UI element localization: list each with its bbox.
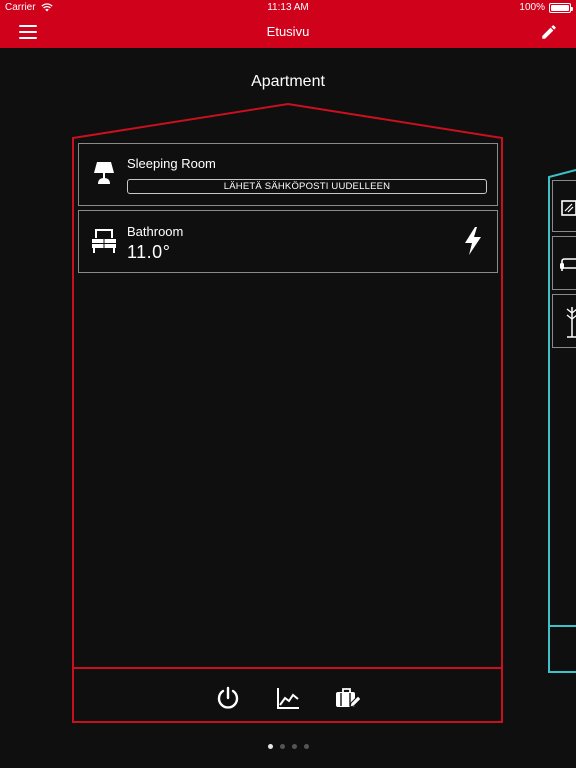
side-card-2[interactable] [552, 236, 576, 290]
sofa-icon [560, 258, 576, 271]
lamp-icon [94, 162, 114, 184]
room-card-sleeping-room[interactable]: Sleeping Room LÄHETÄ SÄHKÖPOSTI UUDELLEE… [78, 143, 498, 206]
chart-icon[interactable] [275, 685, 301, 711]
side-card-3[interactable] [552, 294, 576, 348]
page-dot[interactable] [267, 744, 273, 749]
resend-email-button[interactable]: LÄHETÄ SÄHKÖPOSTI UUDELLEEN [127, 179, 487, 194]
dresser-icon [92, 229, 116, 253]
room-name: Sleeping Room [127, 156, 216, 171]
page-dot[interactable] [291, 744, 297, 749]
page-dot[interactable] [303, 744, 309, 749]
page-dot[interactable] [279, 744, 285, 749]
coat-rack-icon [566, 307, 576, 338]
suitcase-edit-icon[interactable] [334, 685, 360, 711]
window-icon [561, 200, 576, 216]
side-card-1[interactable] [552, 180, 576, 232]
room-name: Bathroom [127, 224, 184, 239]
power-icon[interactable] [215, 685, 241, 711]
lightning-icon [465, 227, 481, 255]
page-indicator[interactable] [0, 744, 576, 749]
room-temperature: 11.0° [127, 242, 171, 262]
room-card-bathroom[interactable]: Bathroom 11.0° [78, 210, 498, 273]
house-outline [72, 102, 576, 723]
